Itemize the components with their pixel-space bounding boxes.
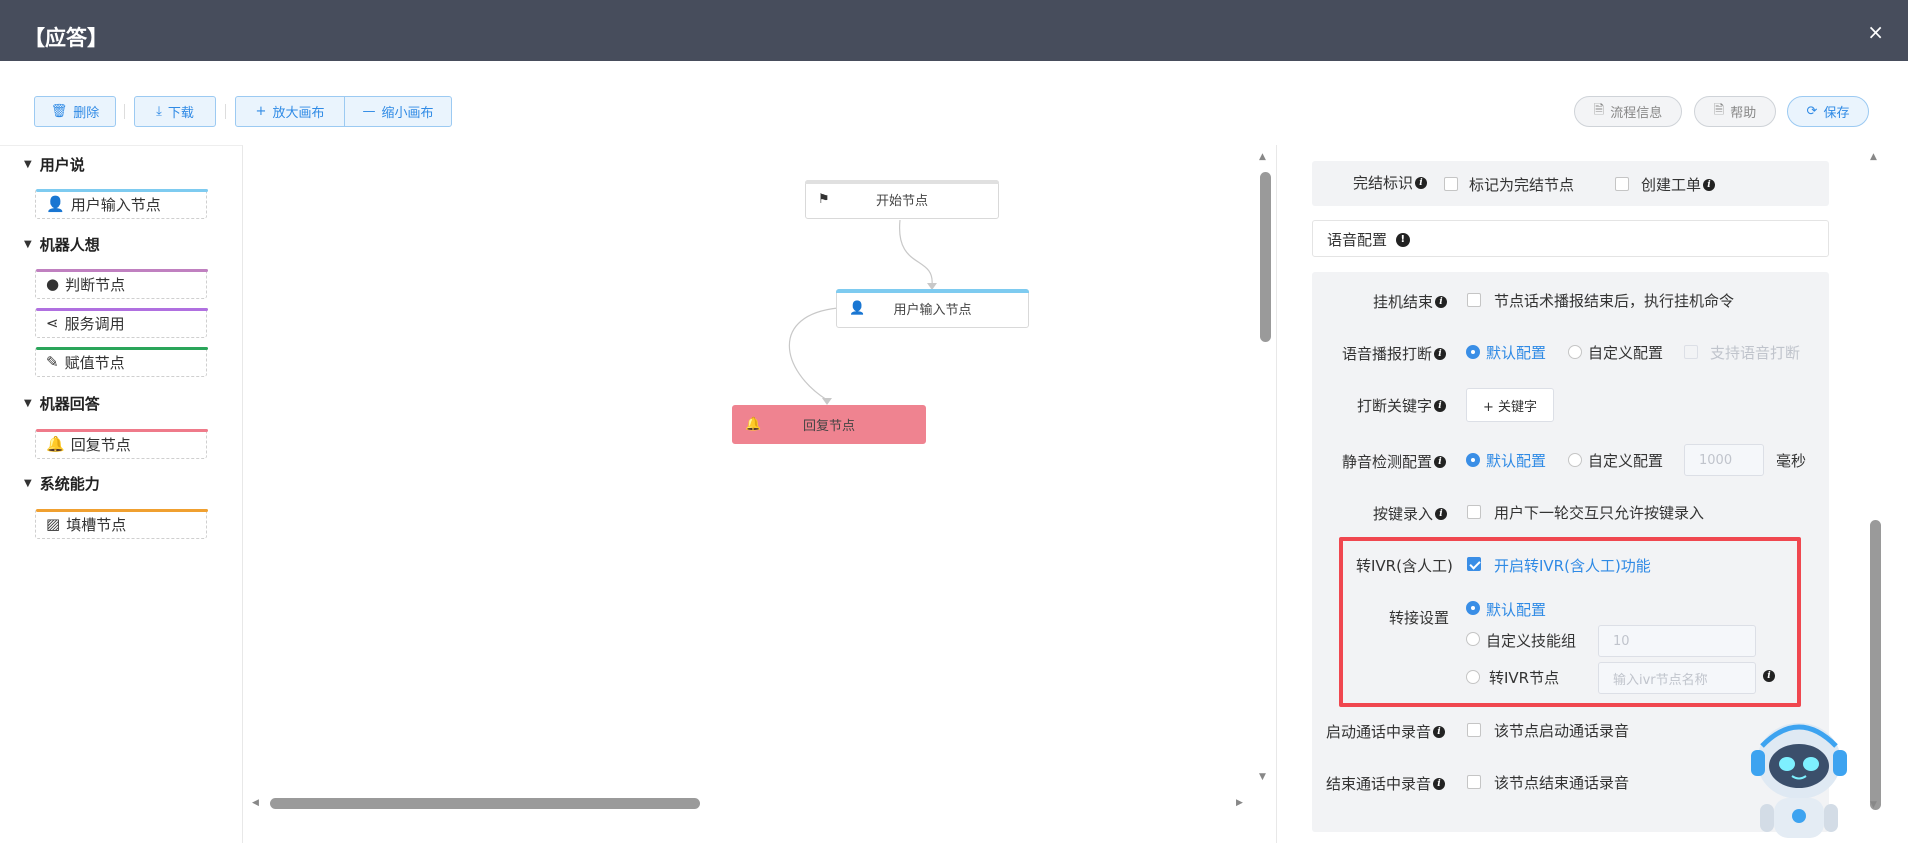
barge-in-custom-radio[interactable] — [1568, 345, 1582, 359]
node-user-input[interactable]: 👤 用户输入节点 — [836, 289, 1029, 328]
barge-in-default-radio[interactable] — [1466, 345, 1480, 359]
transfer-default-text: 默认配置 — [1486, 601, 1547, 619]
info-icon[interactable]: i — [1703, 178, 1716, 191]
panel-vertical-scrollbar[interactable]: ▲ ▼ — [1866, 150, 1882, 815]
scroll-thumb[interactable] — [1870, 520, 1881, 810]
scroll-up-icon[interactable]: ▲ — [1259, 152, 1266, 162]
ivr-text: 开启转IVR(含人工)功能 — [1494, 557, 1651, 575]
barge-in-label: 语音播报打断 i — [1342, 343, 1447, 364]
node-top-bar — [805, 180, 999, 184]
edge-arrowhead — [822, 398, 832, 405]
skill-group-input[interactable]: 10 — [1598, 625, 1756, 657]
info-icon[interactable]: i — [1434, 347, 1447, 360]
info-icon[interactable]: i — [1434, 399, 1447, 412]
scroll-right-icon[interactable]: ▶ — [1236, 798, 1243, 808]
edge-input-to-reply — [788, 307, 839, 401]
node-reply[interactable]: 🔔 回复节点 — [732, 405, 926, 444]
flag-icon: ⚑ — [818, 192, 830, 207]
scroll-left-icon[interactable]: ◀ — [252, 798, 259, 808]
mark-end-text: 标记为完结节点 — [1469, 176, 1575, 194]
info-icon[interactable]: i — [1435, 295, 1448, 308]
scroll-up-icon[interactable]: ▲ — [1870, 152, 1877, 162]
record-end-checkbox[interactable] — [1467, 775, 1481, 789]
voice-config-title: 语音配置 ! — [1327, 229, 1410, 250]
scroll-thumb[interactable] — [270, 798, 700, 809]
transfer-custom-skill-radio[interactable] — [1466, 632, 1480, 646]
hangup-checkbox[interactable] — [1467, 293, 1481, 307]
mark-end-checkbox[interactable] — [1444, 177, 1458, 191]
info-icon[interactable]: i — [1434, 455, 1447, 468]
ivr-label: 转IVR(含人工) — [1356, 557, 1453, 575]
silence-custom-text: 自定义配置 — [1588, 452, 1664, 470]
dtmf-text: 用户下一轮交互只允许按键录入 — [1494, 504, 1705, 522]
silence-detect-label: 静音检测配置 i — [1342, 451, 1447, 472]
scroll-thumb[interactable] — [1260, 172, 1271, 342]
support-barge-in-text: 支持语音打断 — [1710, 344, 1801, 362]
canvas-vertical-scrollbar[interactable]: ▲ ▼ — [1258, 152, 1271, 785]
transfer-custom-skill-text: 自定义技能组 — [1486, 632, 1577, 650]
barge-in-default-text: 默认配置 — [1486, 344, 1547, 362]
info-icon[interactable]: i — [1433, 777, 1446, 790]
hangup-text: 节点话术播报结束后，执行挂机命令 — [1494, 292, 1735, 310]
silence-default-text: 默认配置 — [1486, 452, 1547, 470]
ivr-node-input[interactable]: 输入ivr节点名称 — [1598, 662, 1756, 694]
transfer-settings-label: 转接设置 — [1389, 609, 1450, 627]
info-icon[interactable]: i — [1415, 176, 1428, 189]
node-start[interactable]: ⚑ 开始节点 — [805, 180, 999, 219]
barge-in-custom-text: 自定义配置 — [1588, 344, 1664, 362]
end-flag-label: 完结标识 i — [1353, 172, 1428, 193]
record-end-label: 结束通话中录音 i — [1326, 773, 1446, 794]
info-icon[interactable]: i — [1763, 670, 1775, 682]
edge-start-to-input — [899, 219, 933, 286]
transfer-ivr-node-text: 转IVR节点 — [1489, 669, 1560, 687]
silence-ms-input[interactable]: 1000 — [1684, 444, 1764, 476]
transfer-ivr-node-radio[interactable] — [1466, 670, 1480, 684]
exclamation-icon[interactable]: ! — [1395, 232, 1410, 247]
scroll-down-icon[interactable]: ▼ — [1259, 772, 1266, 782]
node-top-bar — [836, 289, 1029, 293]
dtmf-label: 按键录入 i — [1373, 503, 1448, 524]
support-barge-in-checkbox[interactable] — [1684, 345, 1698, 359]
create-ticket-checkbox[interactable] — [1615, 177, 1629, 191]
record-start-checkbox[interactable] — [1467, 723, 1481, 737]
hangup-label: 挂机结束 i — [1373, 291, 1448, 312]
interrupt-keyword-label: 打断关键字 i — [1357, 395, 1447, 416]
record-start-label: 启动通话中录音 i — [1326, 721, 1446, 742]
scroll-down-icon[interactable]: ▼ — [1870, 800, 1877, 810]
record-start-text: 该节点启动通话录音 — [1494, 722, 1630, 740]
silence-custom-radio[interactable] — [1568, 453, 1582, 467]
add-keyword-button[interactable]: + 关键字 — [1466, 388, 1554, 422]
canvas-horizontal-scrollbar[interactable]: ◀ ▶ — [250, 795, 1245, 811]
silence-default-radio[interactable] — [1466, 453, 1480, 467]
ivr-checkbox[interactable] — [1467, 557, 1481, 571]
user-icon: 👤 — [849, 301, 866, 316]
info-icon[interactable]: i — [1433, 725, 1446, 738]
bell-icon: 🔔 — [745, 417, 762, 432]
robot-assistant-icon[interactable] — [1742, 716, 1856, 843]
silence-unit: 毫秒 — [1776, 452, 1807, 470]
create-ticket-label: 创建工单 i — [1641, 174, 1716, 195]
info-icon[interactable]: i — [1435, 507, 1448, 520]
record-end-text: 该节点结束通话录音 — [1494, 774, 1630, 792]
transfer-default-radio[interactable] — [1466, 601, 1480, 615]
dtmf-checkbox[interactable] — [1467, 505, 1481, 519]
